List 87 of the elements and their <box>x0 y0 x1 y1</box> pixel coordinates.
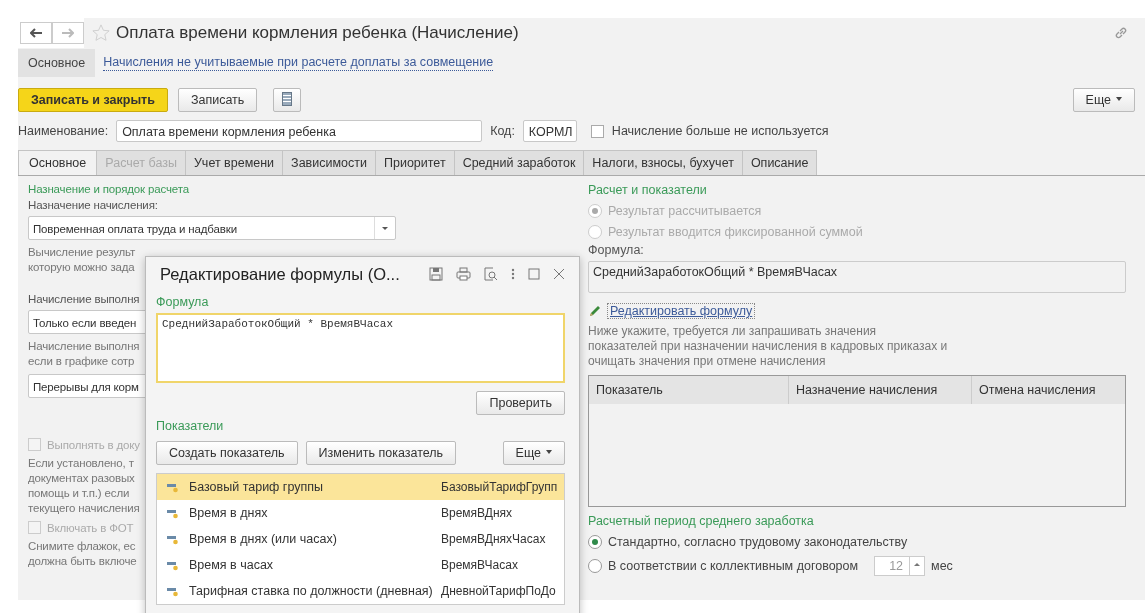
indicator-code: ВремяВДнях <box>441 506 513 520</box>
more-button[interactable]: Еще <box>502 441 565 465</box>
radio-label: Стандартно, согласно трудовому законодательству <box>608 535 908 549</box>
section-title: Расчет и показатели <box>588 183 708 197</box>
field-label: Начисление выполня <box>28 293 140 305</box>
name-label: Наименование: <box>18 124 109 138</box>
tab[interactable]: Средний заработок <box>453 150 585 175</box>
list-row[interactable]: Время в днях (или часах) ВремяВДняхЧасах <box>157 526 564 552</box>
indicator-icon <box>167 507 179 519</box>
section-tab[interactable]: Основное <box>18 49 96 77</box>
tab[interactable]: Основное <box>18 150 98 175</box>
indicator-name: Время в днях <box>189 506 269 520</box>
tab[interactable]: Учет времени <box>184 150 284 175</box>
link-icon[interactable] <box>1113 25 1129 41</box>
report-button[interactable] <box>273 88 302 112</box>
save-and-close-button[interactable]: Записать и закрыть <box>18 88 168 112</box>
radio-button[interactable] <box>588 535 602 549</box>
column-header[interactable]: Назначение начисления <box>789 376 972 404</box>
formula-field[interactable]: СреднийЗаработокОбщий * ВремяВЧасах <box>588 261 1126 293</box>
code-label: Код: <box>490 124 515 138</box>
preview-icon[interactable] <box>484 267 498 281</box>
edit-formula-link[interactable]: Редактировать формулу <box>607 303 756 319</box>
checkbox-label: Включать в ФОТ <box>47 521 134 534</box>
indicator-name: Время в днях (или часах) <box>189 532 338 546</box>
edit-indicator-button[interactable]: Изменить показатель <box>305 441 457 465</box>
indicator-name: Тарифная ставка по должности (дневная) <box>189 584 434 598</box>
checkbox[interactable] <box>590 124 604 138</box>
hint-text: Снимите флажок, ес должна быть включе <box>28 539 137 569</box>
indicator-code: ДневнойТарифПоДо <box>441 584 556 598</box>
radio-label: Результат рассчитывается <box>608 204 762 218</box>
more-icon[interactable] <box>511 267 515 281</box>
section-title: Показатели <box>156 419 225 433</box>
indicator-icon <box>167 585 179 597</box>
star-icon[interactable] <box>92 24 110 42</box>
check-button[interactable]: Проверить <box>476 391 565 415</box>
indicator-icon <box>167 533 179 545</box>
forward-arrow-icon <box>62 28 74 38</box>
list-row[interactable]: Время в днях ВремяВДнях <box>157 500 564 526</box>
field-label: Формула: <box>588 243 645 257</box>
dropdown-field[interactable]: Повременная оплата труда и надбавки <box>28 216 396 240</box>
save-button[interactable]: Записать <box>177 88 258 112</box>
section-title: Назначение и порядок расчета <box>28 183 189 195</box>
indicator-name: Время в часах <box>189 558 275 572</box>
maximize-icon[interactable] <box>528 268 540 280</box>
list-icon <box>282 91 293 106</box>
tab[interactable]: Налоги, взносы, бухучет <box>583 150 743 175</box>
hint-text: Ниже укажите, требуется ли запрашивать значения показателей при назначении начисления в кадровых приказах и очищать значения при отмене начисления <box>588 324 949 369</box>
section-title: Формула <box>156 295 210 309</box>
section-title: Расчетный период среднего заработка <box>588 514 815 528</box>
hint-text: Если установлено, т документах разовых помощь и т.п.) если текущего начисления <box>28 456 140 516</box>
back-arrow-icon <box>30 28 42 38</box>
list-row[interactable]: Базовый тариф группы БазовыйТарифГрупп <box>157 474 564 500</box>
code-field[interactable]: КОРМЛ <box>522 120 577 142</box>
list-row[interactable]: Время в часах ВремяВЧасах <box>157 552 564 578</box>
checkbox-label: Начисление больше не используется <box>611 124 829 138</box>
indicator-name: Базовый тариф группы <box>189 480 324 494</box>
checkbox-label: Выполнять в доку <box>47 438 140 451</box>
field-label: Назначение начисления: <box>28 199 158 211</box>
pencil-icon <box>588 304 602 318</box>
save-icon[interactable] <box>429 267 443 281</box>
list-row[interactable]: Тарифная ставка по должности (дневная) ДневнойТарифПоДо <box>157 578 564 604</box>
indicator-code: ВремяВЧасах <box>441 558 518 572</box>
create-indicator-button[interactable]: Создать показатель <box>156 441 298 465</box>
column-header[interactable]: Показатель <box>589 376 789 404</box>
column-header[interactable]: Отмена начисления <box>972 376 1125 404</box>
dialog-title: Редактирование формулы (О... <box>160 264 401 284</box>
unit-label: мес <box>931 559 953 573</box>
close-icon[interactable] <box>553 268 565 280</box>
window-title: Оплата времени кормления ребенка (Начисление) <box>116 23 520 43</box>
name-field[interactable]: Оплата времени кормления ребенка <box>116 120 483 142</box>
section-link[interactable]: Начисления не учитываемые при расчете доплаты за совмещение <box>103 55 494 71</box>
hint-text: Вычисление результ которую можно зада <box>28 245 136 275</box>
tab[interactable]: Зависимости <box>282 150 376 175</box>
radio-label: Результат вводится фиксированной суммой <box>608 225 863 239</box>
print-icon[interactable] <box>456 267 471 281</box>
hint-text: Начисление выполня если в графике сотр <box>28 339 140 369</box>
tab[interactable]: Приоритет <box>374 150 455 175</box>
indicator-icon <box>167 481 179 493</box>
back-button[interactable] <box>20 22 52 44</box>
tab[interactable]: Описание <box>741 150 818 175</box>
formula-editor[interactable]: СреднийЗаработокОбщий * ВремяВЧасах <box>156 313 565 383</box>
indicator-code: БазовыйТарифГрупп <box>441 480 558 494</box>
radio-label: В соответствии с коллективным договором <box>608 559 859 573</box>
more-button[interactable]: Еще <box>1072 88 1135 112</box>
indicator-code: ВремяВДняхЧасах <box>441 532 546 546</box>
radio-button[interactable] <box>588 559 602 573</box>
indicator-icon <box>167 559 179 571</box>
